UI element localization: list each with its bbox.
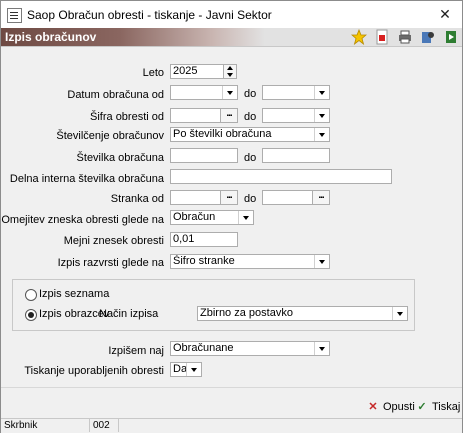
omejitev-combo[interactable]: Obračun	[170, 210, 254, 225]
status-code: 002	[90, 419, 119, 432]
sifra-do-label: do	[244, 111, 257, 123]
mejni-label: Mejni znesek obresti	[63, 235, 164, 247]
chevron-down-icon[interactable]	[186, 363, 201, 376]
stevilcenje-value: Po številki obračuna	[173, 128, 272, 140]
browse-button[interactable]: ...	[220, 109, 237, 122]
close-x-icon: ✕	[368, 401, 378, 413]
omejitev-value: Obračun	[173, 211, 216, 223]
chevron-down-icon[interactable]	[222, 86, 237, 99]
chevron-down-icon[interactable]	[314, 109, 329, 122]
mejni-value: 0,01	[173, 233, 195, 245]
datum-from-combo[interactable]	[170, 85, 238, 100]
footer-divider	[1, 387, 462, 388]
razvrsti-label: Izpis razvrsti glede na	[57, 257, 164, 269]
chevron-down-icon[interactable]	[314, 342, 329, 355]
nacin-label: Način izpisa	[99, 308, 159, 320]
status-bar: Skrbnik 002	[1, 418, 462, 433]
izpisem-combo[interactable]: Obračunane	[170, 341, 330, 356]
printer-icon[interactable]	[397, 29, 413, 45]
datum-label: Datum obračuna od	[67, 89, 164, 101]
browse-button[interactable]: ...	[312, 191, 329, 204]
export-icon[interactable]	[420, 29, 436, 45]
status-user: Skrbnik	[1, 419, 90, 432]
radio-izpis-obrazcev[interactable]	[25, 309, 37, 321]
pdf-icon[interactable]	[374, 29, 390, 45]
chevron-down-icon[interactable]	[314, 255, 329, 268]
print-button[interactable]: ✓ Tiskaj	[415, 398, 460, 416]
delna-label: Delna interna številka obračuna	[9, 173, 164, 185]
datum-do-label: do	[244, 88, 257, 100]
stevilka-from-input[interactable]	[170, 148, 238, 163]
sifra-label: Šifra obresti od	[90, 111, 164, 123]
leto-label: Leto	[142, 67, 164, 79]
star-icon[interactable]	[351, 29, 367, 45]
leto-value: 2025	[173, 65, 198, 77]
stranka-do-label: do	[244, 193, 257, 205]
stevilcenje-label: Številčenje obračunov	[56, 130, 164, 142]
nacin-value: Zbirno za postavko	[200, 307, 293, 319]
izpisem-label: Izpišem naj	[108, 345, 164, 357]
exit-icon[interactable]	[443, 29, 459, 45]
dialog-window: Saop Obračun obresti - tiskanje - Javni …	[0, 0, 463, 433]
chevron-down-icon[interactable]	[238, 211, 253, 224]
razvrsti-value: Šifro stranke	[173, 255, 235, 267]
sifra-to-combo[interactable]	[262, 108, 330, 123]
window-title: Saop Obračun obresti - tiskanje - Javni …	[27, 8, 272, 22]
browse-button[interactable]: ...	[220, 191, 237, 204]
delna-input[interactable]	[170, 169, 392, 184]
izpis-seznama-label: Izpis seznama	[39, 288, 110, 300]
spin-arrows-icon[interactable]	[223, 65, 236, 78]
tiskanje-label: Tiskanje uporabljenih obresti	[24, 365, 164, 377]
app-icon	[7, 8, 22, 23]
section-title: Izpis obračunov	[1, 28, 265, 46]
leto-spinner[interactable]: 2025	[170, 64, 237, 79]
nacin-combo[interactable]: Zbirno za postavko	[197, 306, 408, 321]
omejitev-label: Omejitev zneska obresti glede na	[1, 214, 164, 226]
chevron-down-icon[interactable]	[392, 307, 407, 320]
stranka-label: Stranka od	[110, 193, 164, 205]
stevilka-label: Številka obračuna	[76, 152, 164, 164]
stevilka-do-label: do	[244, 152, 257, 164]
stranka-to-field[interactable]: ...	[262, 190, 330, 205]
sifra-from-field[interactable]: ...	[170, 108, 238, 123]
tiskanje-value: Da	[173, 363, 188, 375]
stranka-from-field[interactable]: ...	[170, 190, 238, 205]
tiskanje-combo[interactable]: Da	[170, 362, 202, 377]
section-header: Izpis obračunov	[1, 28, 462, 47]
stevilka-to-input[interactable]	[262, 148, 330, 163]
izpisem-value: Obračunane	[173, 342, 234, 354]
razvrsti-combo[interactable]: Šifro stranke	[170, 254, 330, 269]
checkmark-icon: ✓	[417, 401, 427, 413]
title-bar: Saop Obračun obresti - tiskanje - Javni …	[1, 1, 462, 28]
chevron-down-icon[interactable]	[314, 128, 329, 141]
chevron-down-icon[interactable]	[314, 86, 329, 99]
close-button[interactable]: ✕	[431, 3, 459, 25]
stevilcenje-combo[interactable]: Po številki obračuna	[170, 127, 330, 142]
cancel-label: Opusti	[383, 401, 415, 413]
izpis-type-group: Izpis seznama Izpis obrazcev Način izpis…	[12, 279, 415, 331]
datum-to-combo[interactable]	[262, 85, 330, 100]
cancel-button[interactable]: ✕ Opusti	[366, 398, 415, 416]
mejni-input[interactable]: 0,01	[170, 232, 238, 247]
print-label: Tiskaj	[432, 401, 461, 413]
radio-izpis-seznama[interactable]	[25, 289, 37, 301]
